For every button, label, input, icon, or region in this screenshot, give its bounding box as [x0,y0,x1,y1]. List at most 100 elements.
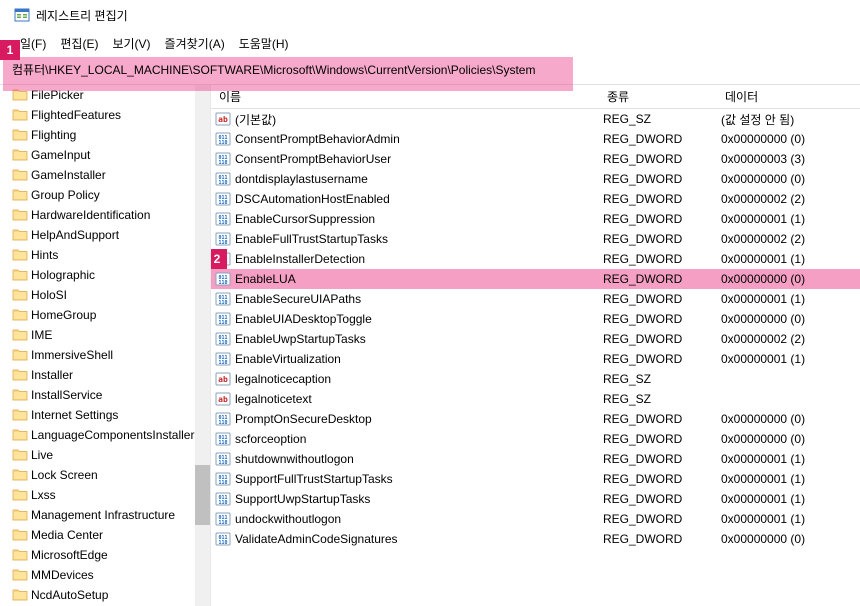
header-name[interactable]: 이름 [211,85,599,109]
binary-value-icon [215,191,231,207]
tree-item[interactable]: GameInstaller [0,165,210,185]
value-row[interactable]: EnableSecureUIAPathsREG_DWORD0x00000001 … [211,289,860,309]
tree-item[interactable]: HelpAndSupport [0,225,210,245]
tree-item[interactable]: Internet Settings [0,405,210,425]
value-row[interactable]: EnableFullTrustStartupTasksREG_DWORD0x00… [211,229,860,249]
value-row[interactable]: EnableUwpStartupTasksREG_DWORD0x00000002… [211,329,860,349]
tree-item[interactable]: Management Infrastructure [0,505,210,525]
tree-item[interactable]: ImmersiveShell [0,345,210,365]
tree-item-label: FlightedFeatures [31,108,121,122]
string-value-icon [215,111,231,127]
value-row[interactable]: SupportUwpStartupTasksREG_DWORD0x0000000… [211,489,860,509]
binary-value-icon [215,291,231,307]
value-row[interactable]: shutdownwithoutlogonREG_DWORD0x00000001 … [211,449,860,469]
value-row[interactable]: undockwithoutlogonREG_DWORD0x00000001 (1… [211,509,860,529]
tree-item[interactable]: Lock Screen [0,465,210,485]
value-name: ConsentPromptBehaviorUser [235,152,391,166]
titlebar: 레지스트리 편집기 [0,0,860,30]
tree-item[interactable]: HardwareIdentification [0,205,210,225]
tree-item[interactable]: LanguageComponentsInstaller [0,425,210,445]
value-row[interactable]: EnableVirtualizationREG_DWORD0x00000001 … [211,349,860,369]
menu-view[interactable]: 보기(V) [106,33,156,54]
annotation-marker-1: 1 [0,40,20,60]
folder-icon [12,468,28,482]
value-data: 0x00000001 (1) [717,512,860,526]
value-row[interactable]: (기본값)REG_SZ(값 설정 안 됨) [211,109,860,129]
header-data[interactable]: 데이터 [717,85,860,109]
tree-item-label: Media Center [31,528,103,542]
value-row[interactable]: ValidateAdminCodeSignaturesREG_DWORD0x00… [211,529,860,549]
value-data: 0x00000003 (3) [717,152,860,166]
menu-help[interactable]: 도움말(H) [233,33,295,54]
tree-item[interactable]: FilePicker [0,85,210,105]
tree-item[interactable]: Installer [0,365,210,385]
value-row[interactable]: EnableInstallerDetectionREG_DWORD0x00000… [211,249,860,269]
content-splitter: FilePickerFlightedFeaturesFlightingGameI… [0,84,860,606]
binary-value-icon [215,171,231,187]
folder-icon [12,328,28,342]
tree-item[interactable]: HoloSI [0,285,210,305]
tree-item[interactable]: FlightedFeatures [0,105,210,125]
value-type: REG_SZ [599,372,717,386]
tree-item[interactable]: InstallService [0,385,210,405]
binary-value-icon [215,351,231,367]
tree-item[interactable]: Group Policy [0,185,210,205]
tree-item[interactable]: Media Center [0,525,210,545]
binary-value-icon [215,311,231,327]
address-bar[interactable]: 컴퓨터\HKEY_LOCAL_MACHINE\SOFTWARE\Microsof… [0,57,860,84]
tree-item[interactable]: Flighting [0,125,210,145]
tree-item-label: HardwareIdentification [31,208,150,222]
address-path: 컴퓨터\HKEY_LOCAL_MACHINE\SOFTWARE\Microsof… [8,59,539,80]
menu-favorites[interactable]: 즐겨찾기(A) [159,33,231,54]
value-row[interactable]: ConsentPromptBehaviorAdminREG_DWORD0x000… [211,129,860,149]
value-data: 0x00000002 (2) [717,232,860,246]
value-row[interactable]: EnableCursorSuppressionREG_DWORD0x000000… [211,209,860,229]
value-type: REG_DWORD [599,152,717,166]
tree-item[interactable]: Holographic [0,265,210,285]
value-type: REG_DWORD [599,332,717,346]
values-list[interactable]: (기본값)REG_SZ(값 설정 안 됨)ConsentPromptBehavi… [211,109,860,606]
value-type: REG_DWORD [599,172,717,186]
values-pane: 이름 종류 데이터 (기본값)REG_SZ(값 설정 안 됨)ConsentPr… [211,85,860,606]
folder-icon [12,148,28,162]
tree-item-label: Internet Settings [31,408,118,422]
tree-scrollbar-thumb[interactable] [195,465,210,525]
value-data: 0x00000001 (1) [717,252,860,266]
tree-item-label: IME [31,328,52,342]
value-data: 0x00000001 (1) [717,472,860,486]
tree-item[interactable]: IME [0,325,210,345]
tree-item-label: Lxss [31,488,56,502]
value-data: 0x00000000 (0) [717,272,860,286]
tree-scrollbar-track[interactable] [195,85,210,606]
value-row[interactable]: legalnoticetextREG_SZ [211,389,860,409]
value-row[interactable]: dontdisplaylastusernameREG_DWORD0x000000… [211,169,860,189]
folder-icon [12,568,28,582]
value-row[interactable]: DSCAutomationHostEnabledREG_DWORD0x00000… [211,189,860,209]
tree-item[interactable]: Lxss [0,485,210,505]
tree-pane[interactable]: FilePickerFlightedFeaturesFlightingGameI… [0,85,211,606]
value-name: ConsentPromptBehaviorAdmin [235,132,400,146]
tree-item[interactable]: HomeGroup [0,305,210,325]
tree-item-label: FilePicker [31,88,84,102]
tree-item[interactable]: Hints [0,245,210,265]
header-type[interactable]: 종류 [599,85,717,109]
value-name: EnableCursorSuppression [235,212,375,226]
value-row[interactable]: scforceoptionREG_DWORD0x00000000 (0) [211,429,860,449]
tree-item-label: Live [31,448,53,462]
value-row[interactable]: EnableUIADesktopToggleREG_DWORD0x0000000… [211,309,860,329]
value-type: REG_DWORD [599,472,717,486]
value-row[interactable]: ConsentPromptBehaviorUser REG_DWORD0x0000… [211,149,860,169]
tree-item[interactable]: MMDevices [0,565,210,585]
value-row[interactable]: SupportFullTrustStartupTasksREG_DWORD0x0… [211,469,860,489]
folder-icon [12,388,28,402]
tree-item[interactable]: GameInput [0,145,210,165]
value-row[interactable]: PromptOnSecureDesktopREG_DWORD0x00000000… [211,409,860,429]
tree-item[interactable]: NcdAutoSetup [0,585,210,605]
tree-item[interactable]: Live [0,445,210,465]
tree-item-label: ImmersiveShell [31,348,113,362]
tree-item[interactable]: MicrosoftEdge [0,545,210,565]
value-row[interactable]: legalnoticecaptionREG_SZ [211,369,860,389]
value-row[interactable]: EnableLUAREG_DWORD0x00000000 (0) [211,269,860,289]
menu-edit[interactable]: 편집(E) [54,33,104,54]
folder-icon [12,348,28,362]
